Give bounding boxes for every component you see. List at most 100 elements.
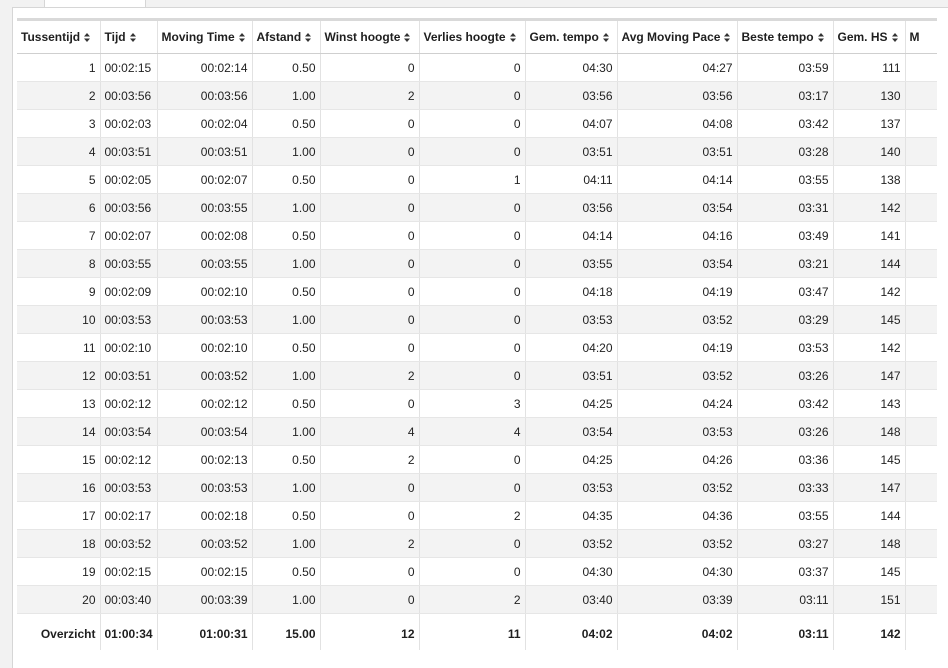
table-cell: 14 (17, 417, 101, 446)
table-cell: 03:52 (617, 305, 738, 334)
table-cell: 1.00 (252, 249, 321, 278)
table-cell: 00:02:09 (100, 277, 158, 306)
table-cell: 141 (833, 221, 906, 250)
table-cell: 0 (419, 137, 526, 166)
table-cell: 0 (320, 109, 420, 138)
table-cell: 04:20 (525, 333, 618, 362)
table-cell: 15 (17, 445, 101, 474)
sort-arrows-icon[interactable] (404, 33, 411, 42)
table-cell: 00:03:54 (100, 417, 158, 446)
table-row: 18 00:03:52 00:03:52 1.00 2 0 03:52 03:52 03:27 1… (17, 529, 937, 558)
table-cell: 2 (320, 445, 420, 474)
table-cell: 140 (833, 137, 906, 166)
table-cell: 0.50 (252, 389, 321, 418)
table-cell: 0 (320, 305, 420, 334)
table-cell: 00:03:53 (100, 473, 158, 502)
summary-cell: 04:02 (525, 613, 618, 650)
sort-arrows-icon[interactable] (602, 33, 609, 42)
table-cell: 03:37 (737, 557, 834, 586)
column-header-label: Winst hoogte (324, 30, 401, 44)
column-header[interactable]: Beste tempo (737, 19, 834, 54)
table-cell: 0.50 (252, 165, 321, 194)
table-cell (905, 249, 937, 278)
table-cell: 03:55 (737, 165, 834, 194)
table-cell: 03:52 (617, 361, 738, 390)
table-cell: 03:42 (737, 389, 834, 418)
column-header[interactable]: Winst hoogte (320, 19, 420, 54)
table-cell: 03:33 (737, 473, 834, 502)
table-cell: 2 (320, 81, 420, 110)
table-cell: 0.50 (252, 445, 321, 474)
column-header[interactable]: Tijd (100, 19, 158, 54)
table-cell: 3 (419, 389, 526, 418)
table-cell: 0 (320, 53, 420, 82)
table-cell: 0 (320, 333, 420, 362)
table-cell: 1.00 (252, 585, 321, 614)
sort-arrows-icon[interactable] (238, 33, 245, 42)
column-header[interactable]: Gem. tempo (525, 19, 618, 54)
table-cell: 3 (17, 109, 101, 138)
splits-table-container: Tussentijd Tijd Moving Time Afstand Winst ho… (17, 18, 937, 659)
sort-arrows-icon[interactable] (509, 33, 516, 42)
table-cell: 04:36 (617, 501, 738, 530)
table-cell: 6 (17, 193, 101, 222)
table-cell: 10 (17, 305, 101, 334)
table-cell: 147 (833, 361, 906, 390)
column-header[interactable]: Gem. HS (833, 19, 906, 54)
sort-arrows-icon[interactable] (129, 33, 136, 42)
table-cell: 0 (320, 221, 420, 250)
sort-arrows-icon[interactable] (891, 33, 898, 42)
table-cell: 03:21 (737, 249, 834, 278)
summary-cell: 15.00 (252, 613, 321, 650)
table-cell: 19 (17, 557, 101, 586)
splits-table: Tussentijd Tijd Moving Time Afstand Winst ho… (17, 18, 937, 650)
table-cell: 1.00 (252, 193, 321, 222)
table-cell: 04:30 (525, 53, 618, 82)
table-cell: 04:25 (525, 389, 618, 418)
table-cell: 04:30 (525, 557, 618, 586)
table-row: 2 00:03:56 00:03:56 1.00 2 0 03:56 03:56 03:17 13… (17, 81, 937, 110)
table-cell: 03:59 (737, 53, 834, 82)
table-cell (905, 277, 937, 306)
table-cell: 16 (17, 473, 101, 502)
column-header[interactable]: M (905, 19, 937, 54)
table-row: 4 00:03:51 00:03:51 1.00 0 0 03:51 03:51 03:28 14… (17, 137, 937, 166)
table-cell: 0 (320, 473, 420, 502)
table-cell: 04:27 (617, 53, 738, 82)
table-cell: 03:53 (737, 333, 834, 362)
table-cell: 00:03:51 (100, 361, 158, 390)
table-cell: 1.00 (252, 361, 321, 390)
table-cell (905, 333, 937, 362)
sort-arrows-icon[interactable] (817, 33, 824, 42)
table-cell: 00:02:05 (100, 165, 158, 194)
table-cell: 04:19 (617, 277, 738, 306)
sort-arrows-icon[interactable] (305, 33, 312, 42)
table-cell: 7 (17, 221, 101, 250)
column-header[interactable]: Verlies hoogte (419, 19, 526, 54)
table-cell: 00:02:15 (100, 53, 158, 82)
column-header-label: Afstand (256, 30, 302, 44)
table-cell: 138 (833, 165, 906, 194)
column-header-label: Beste tempo (741, 30, 814, 44)
table-cell: 00:03:55 (100, 249, 158, 278)
table-cell: 137 (833, 109, 906, 138)
column-header[interactable]: Tussentijd (17, 19, 101, 54)
summary-label: Overzicht (17, 613, 101, 650)
table-cell: 03:55 (525, 249, 618, 278)
summary-cell: 142 (833, 613, 906, 650)
table-cell: 148 (833, 417, 906, 446)
column-header[interactable]: Afstand (252, 19, 321, 54)
table-cell: 00:02:15 (100, 557, 158, 586)
table-cell: 0 (320, 137, 420, 166)
table-cell: 03:54 (525, 417, 618, 446)
column-header[interactable]: Moving Time (157, 19, 253, 54)
sort-arrows-icon[interactable] (724, 33, 731, 42)
table-cell: 03:40 (525, 585, 618, 614)
sort-arrows-icon[interactable] (84, 33, 91, 42)
column-header[interactable]: Avg Moving Pace (617, 19, 738, 54)
table-cell: 03:52 (617, 529, 738, 558)
summary-row: Overzicht 01:00:34 01:00:31 15.00 12 11 04:02 0… (17, 613, 937, 650)
table-cell: 12 (17, 361, 101, 390)
table-cell: 00:03:52 (157, 361, 253, 390)
summary-cell (905, 613, 937, 650)
